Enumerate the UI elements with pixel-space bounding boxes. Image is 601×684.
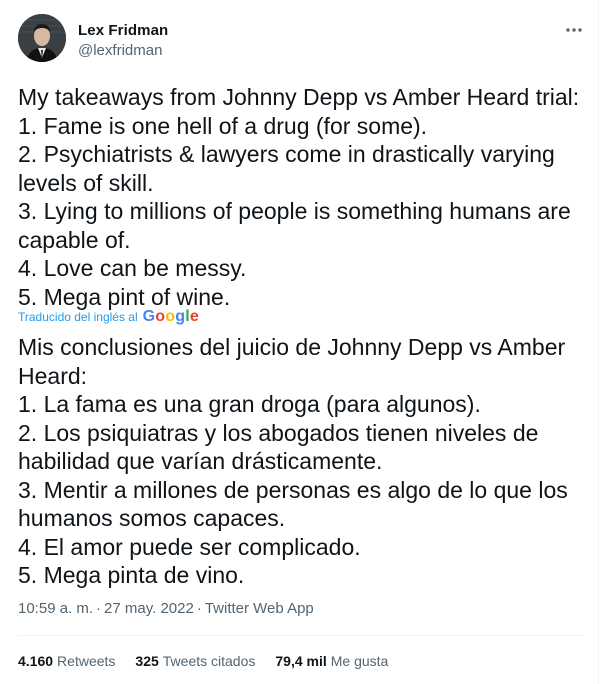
quote-tweets-stat[interactable]: 325 Tweets citados: [135, 653, 255, 669]
quotes-count: 325: [135, 653, 159, 669]
likes-count: 79,4 mil: [275, 653, 327, 669]
translated-tweet-text: Mis conclusiones del juicio de Johnny De…: [18, 334, 568, 588]
retweets-stat[interactable]: 4.160 Retweets: [18, 653, 115, 669]
tweet-stats: 4.160 Retweets 325 Tweets citados 79,4 mil…: [18, 653, 388, 669]
tweet-date[interactable]: 27 may. 2022: [104, 600, 194, 617]
avatar[interactable]: [18, 14, 66, 62]
retweets-label: Retweets: [57, 653, 116, 669]
tweet-meta: 10:59 a. m. · 27 may. 2022 · Twitter Web App: [18, 600, 314, 617]
translation-attribution-link[interactable]: Traducido del inglés al Google: [18, 308, 199, 326]
tweet-header: Lex Fridman @lexfridman: [18, 14, 588, 64]
tweet-source[interactable]: Twitter Web App: [205, 600, 314, 617]
tweet-card: Lex Fridman @lexfridman My takeaways fro…: [0, 0, 599, 684]
translated-label: Traducido del inglés al: [18, 310, 138, 324]
author-handle[interactable]: @lexfridman: [78, 42, 162, 59]
divider: [18, 635, 584, 636]
meta-separator: ·: [196, 600, 202, 617]
google-logo: Google: [142, 308, 199, 325]
more-horizontal-icon: [566, 28, 582, 32]
more-options-button[interactable]: [562, 20, 586, 40]
tweet-time[interactable]: 10:59 a. m.: [18, 600, 93, 617]
tweet-text: My takeaways from Johnny Depp vs Amber H…: [18, 84, 580, 310]
retweets-count: 4.160: [18, 653, 54, 669]
author-display-name[interactable]: Lex Fridman: [78, 22, 168, 39]
meta-separator: ·: [96, 600, 102, 617]
quotes-label: Tweets citados: [162, 653, 256, 669]
likes-stat[interactable]: 79,4 mil Me gusta: [275, 653, 388, 669]
likes-label: Me gusta: [330, 653, 389, 669]
